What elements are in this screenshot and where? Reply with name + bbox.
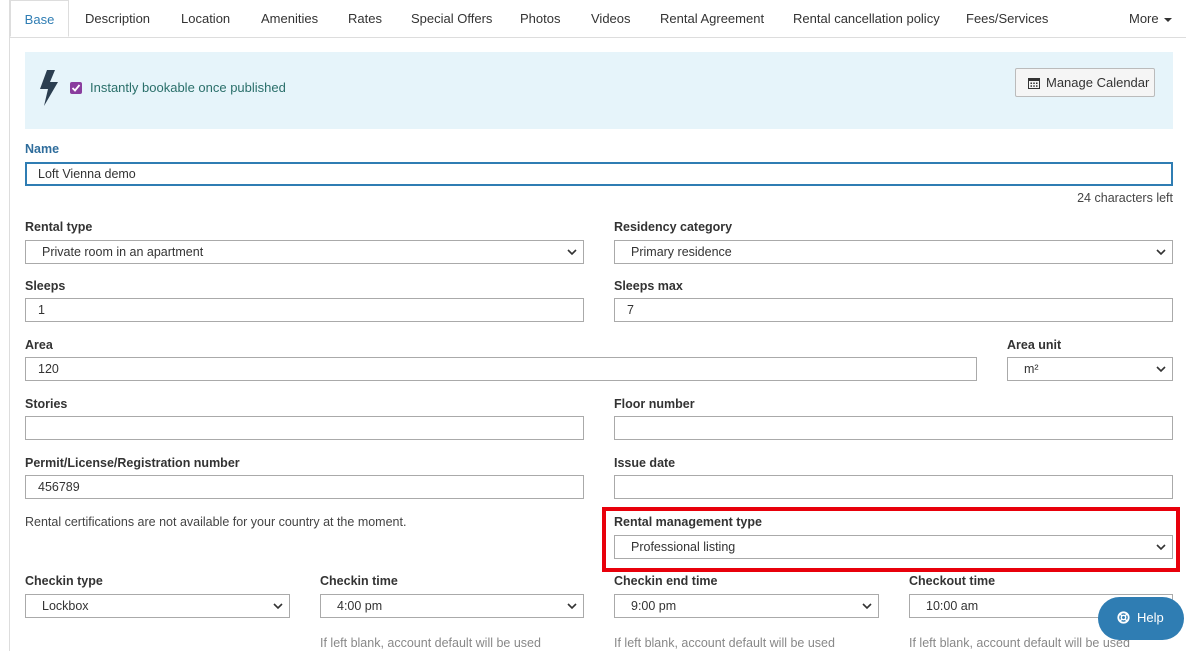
tab-rates[interactable]: Rates	[348, 0, 382, 37]
name-input[interactable]: Loft Vienna demo	[25, 162, 1173, 186]
page-left-border	[9, 0, 10, 651]
sleeps-max-label: Sleeps max	[614, 279, 683, 293]
permit-input[interactable]: 456789	[25, 475, 584, 499]
checkin-time-value: 4:00 pm	[337, 599, 383, 613]
checkin-time-hint: If left blank, account default will be u…	[320, 636, 541, 650]
tab-videos[interactable]: Videos	[591, 0, 631, 37]
name-label: Name	[25, 142, 60, 156]
lightning-bolt-icon	[40, 70, 58, 106]
certifications-note: Rental certifications are not available …	[25, 515, 407, 529]
instantly-bookable-label: Instantly bookable once published	[90, 80, 286, 95]
sleeps-max-input[interactable]: 7	[614, 298, 1173, 322]
tab-amenities[interactable]: Amenities	[261, 0, 318, 37]
tab-photos[interactable]: Photos	[520, 0, 560, 37]
tab-more-label: More	[1129, 11, 1159, 26]
calendar-icon	[1028, 78, 1040, 89]
tab-special-offers[interactable]: Special Offers	[411, 0, 492, 37]
lifebuoy-icon	[1117, 611, 1130, 624]
chevron-down-icon	[1156, 366, 1166, 373]
area-label: Area	[25, 338, 53, 352]
chevron-down-icon	[567, 603, 577, 610]
area-unit-select[interactable]: m²	[1007, 357, 1173, 381]
stories-input[interactable]	[25, 416, 584, 440]
instantly-bookable-checkbox[interactable]	[70, 82, 82, 94]
name-chars-left: 24 characters left	[1077, 191, 1173, 205]
instant-book-banner: Instantly bookable once published Manage…	[25, 52, 1173, 129]
chevron-down-icon	[567, 249, 577, 256]
sleeps-label: Sleeps	[25, 279, 66, 293]
checkin-end-time-hint: If left blank, account default will be u…	[614, 636, 835, 650]
residency-category-label: Residency category	[614, 220, 733, 234]
tab-rental-cancellation-policy[interactable]: Rental cancellation policy	[793, 0, 940, 37]
checkin-time-select[interactable]: 4:00 pm	[320, 594, 584, 618]
rental-type-value: Private room in an apartment	[42, 245, 204, 259]
tab-base[interactable]: Base	[10, 0, 69, 37]
help-button[interactable]: Help	[1098, 597, 1184, 640]
area-unit-label: Area unit	[1007, 338, 1062, 352]
area-input[interactable]: 120	[25, 357, 977, 381]
stories-label: Stories	[25, 397, 68, 411]
checkin-type-label: Checkin type	[25, 574, 103, 588]
checkin-type-value: Lockbox	[42, 599, 89, 613]
floor-number-label: Floor number	[614, 397, 695, 411]
tab-bar: Base Description Location Amenities Rate…	[10, 0, 1186, 38]
rental-type-select[interactable]: Private room in an apartment	[25, 240, 584, 264]
checkout-time-hint: If left blank, account default will be u…	[909, 636, 1130, 650]
chevron-down-icon	[1156, 249, 1166, 256]
rental-type-label: Rental type	[25, 220, 93, 234]
checkin-end-time-select[interactable]: 9:00 pm	[614, 594, 879, 618]
tab-more-dropdown[interactable]: More	[1129, 0, 1172, 37]
manage-calendar-label: Manage Calendar	[1046, 75, 1150, 90]
tab-description[interactable]: Description	[85, 0, 150, 37]
checkmark-icon	[71, 84, 81, 92]
residency-category-select[interactable]: Primary residence	[614, 240, 1173, 264]
residency-category-value: Primary residence	[631, 245, 732, 259]
checkin-time-label: Checkin time	[320, 574, 398, 588]
checkin-end-time-value: 9:00 pm	[631, 599, 677, 613]
tab-location[interactable]: Location	[181, 0, 230, 37]
permit-label: Permit/License/Registration number	[25, 456, 240, 470]
help-label: Help	[1137, 610, 1164, 625]
checkout-time-value: 10:00 am	[926, 599, 979, 613]
management-type-highlight-box	[602, 507, 1180, 572]
issue-date-label: Issue date	[614, 456, 676, 470]
sleeps-input[interactable]: 1	[25, 298, 584, 322]
tab-rental-agreement[interactable]: Rental Agreement	[660, 0, 764, 37]
floor-number-input[interactable]	[614, 416, 1173, 440]
checkin-end-time-label: Checkin end time	[614, 574, 718, 588]
area-unit-value: m²	[1024, 362, 1039, 376]
caret-down-icon	[1163, 17, 1172, 22]
checkout-time-label: Checkout time	[909, 574, 996, 588]
issue-date-input[interactable]	[614, 475, 1173, 499]
chevron-down-icon	[862, 603, 872, 610]
chevron-down-icon	[273, 603, 283, 610]
tab-fees-services[interactable]: Fees/Services	[966, 0, 1048, 37]
checkin-type-select[interactable]: Lockbox	[25, 594, 290, 618]
manage-calendar-button[interactable]: Manage Calendar	[1015, 68, 1155, 97]
